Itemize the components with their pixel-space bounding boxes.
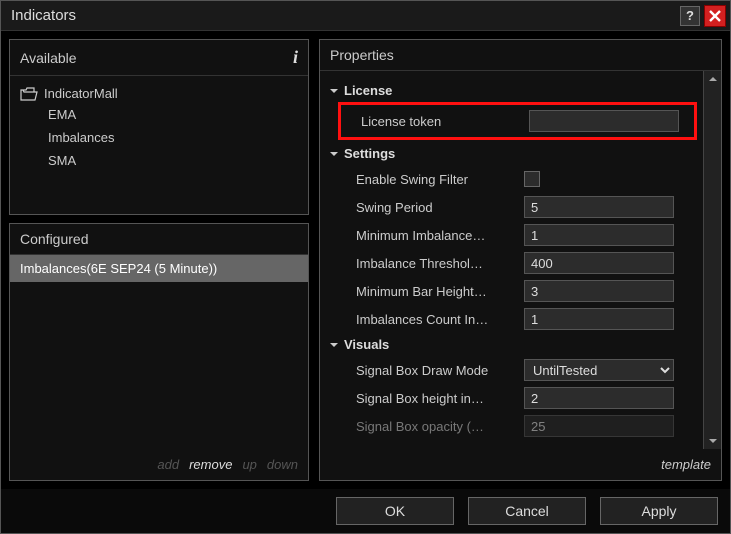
available-tree: IndicatorMall EMA Imbalances SMA: [10, 76, 308, 180]
prop-row-license-token: License token: [343, 107, 692, 135]
down-link[interactable]: down: [267, 457, 298, 472]
group-settings[interactable]: Settings: [326, 142, 697, 165]
folder-indicatormall[interactable]: IndicatorMall: [20, 84, 298, 103]
properties-header: Properties: [320, 40, 721, 71]
prop-row-enable-swing-filter: Enable Swing Filter: [326, 165, 697, 193]
properties-scroll: License License token Settings: [320, 71, 703, 449]
min-bar-height-input[interactable]: [524, 280, 674, 302]
ok-button[interactable]: OK: [336, 497, 454, 525]
chevron-down-icon: [328, 148, 340, 160]
dialog-title: Indicators: [11, 7, 680, 24]
signal-box-height-input[interactable]: [524, 387, 674, 409]
prop-row-signal-box-draw-mode: Signal Box Draw Mode UntilTested: [326, 356, 697, 384]
chevron-up-icon: [708, 75, 718, 83]
prop-row-signal-box-height: Signal Box height in…: [326, 384, 697, 412]
scroll-up-button[interactable]: [704, 71, 721, 87]
remove-link[interactable]: remove: [189, 457, 232, 472]
close-button[interactable]: [704, 5, 726, 27]
prop-row-min-imbalance: Minimum Imbalance…: [326, 221, 697, 249]
group-visuals[interactable]: Visuals: [326, 333, 697, 356]
group-license[interactable]: License: [326, 79, 697, 102]
properties-scrollbar[interactable]: [703, 71, 721, 449]
min-imbalance-input[interactable]: [524, 224, 674, 246]
scroll-down-button[interactable]: [704, 433, 721, 449]
swing-period-input[interactable]: [524, 196, 674, 218]
titlebar: Indicators ?: [1, 1, 730, 31]
folder-open-icon: [20, 87, 38, 101]
chevron-down-icon: [708, 437, 718, 445]
available-panel: Available i IndicatorMall EMA Imbalances…: [9, 39, 309, 215]
apply-button[interactable]: Apply: [600, 497, 718, 525]
prop-row-swing-period: Swing Period: [326, 193, 697, 221]
tree-item-sma[interactable]: SMA: [20, 149, 298, 172]
prop-row-imbalances-count: Imbalances Count In…: [326, 305, 697, 333]
info-icon[interactable]: i: [293, 47, 298, 68]
chevron-down-icon: [328, 339, 340, 351]
imbalances-count-input[interactable]: [524, 308, 674, 330]
license-token-input[interactable]: [529, 110, 679, 132]
add-link[interactable]: add: [157, 457, 179, 472]
tree-item-imbalances[interactable]: Imbalances: [20, 126, 298, 149]
enable-swing-filter-checkbox[interactable]: [524, 171, 540, 187]
available-header: Available i: [10, 40, 308, 76]
configured-item[interactable]: Imbalances(6E SEP24 (5 Minute)): [10, 255, 308, 282]
configured-panel: Configured Imbalances(6E SEP24 (5 Minute…: [9, 223, 309, 481]
license-token-highlight: License token: [338, 102, 697, 140]
help-button[interactable]: ?: [680, 6, 700, 26]
close-icon: [709, 10, 721, 22]
imbalance-threshold-input[interactable]: [524, 252, 674, 274]
up-link[interactable]: up: [242, 457, 256, 472]
tree-item-ema[interactable]: EMA: [20, 103, 298, 126]
prop-row-imbalance-threshold: Imbalance Threshol…: [326, 249, 697, 277]
signal-box-opacity-input[interactable]: [524, 415, 674, 437]
configured-actions: add remove up down: [10, 449, 308, 480]
signal-box-draw-mode-select[interactable]: UntilTested: [524, 359, 674, 381]
license-token-label: License token: [343, 114, 529, 129]
properties-footer: template: [320, 449, 721, 480]
configured-header: Configured: [10, 224, 308, 255]
properties-panel: Properties License License token: [319, 39, 722, 481]
chevron-down-icon: [328, 85, 340, 97]
template-link[interactable]: template: [661, 457, 711, 472]
prop-row-min-bar-height: Minimum Bar Height…: [326, 277, 697, 305]
prop-row-signal-box-opacity: Signal Box opacity (…: [326, 412, 697, 440]
cancel-button[interactable]: Cancel: [468, 497, 586, 525]
configured-list: Imbalances(6E SEP24 (5 Minute)): [10, 255, 308, 449]
dialog-buttons: OK Cancel Apply: [1, 489, 730, 533]
